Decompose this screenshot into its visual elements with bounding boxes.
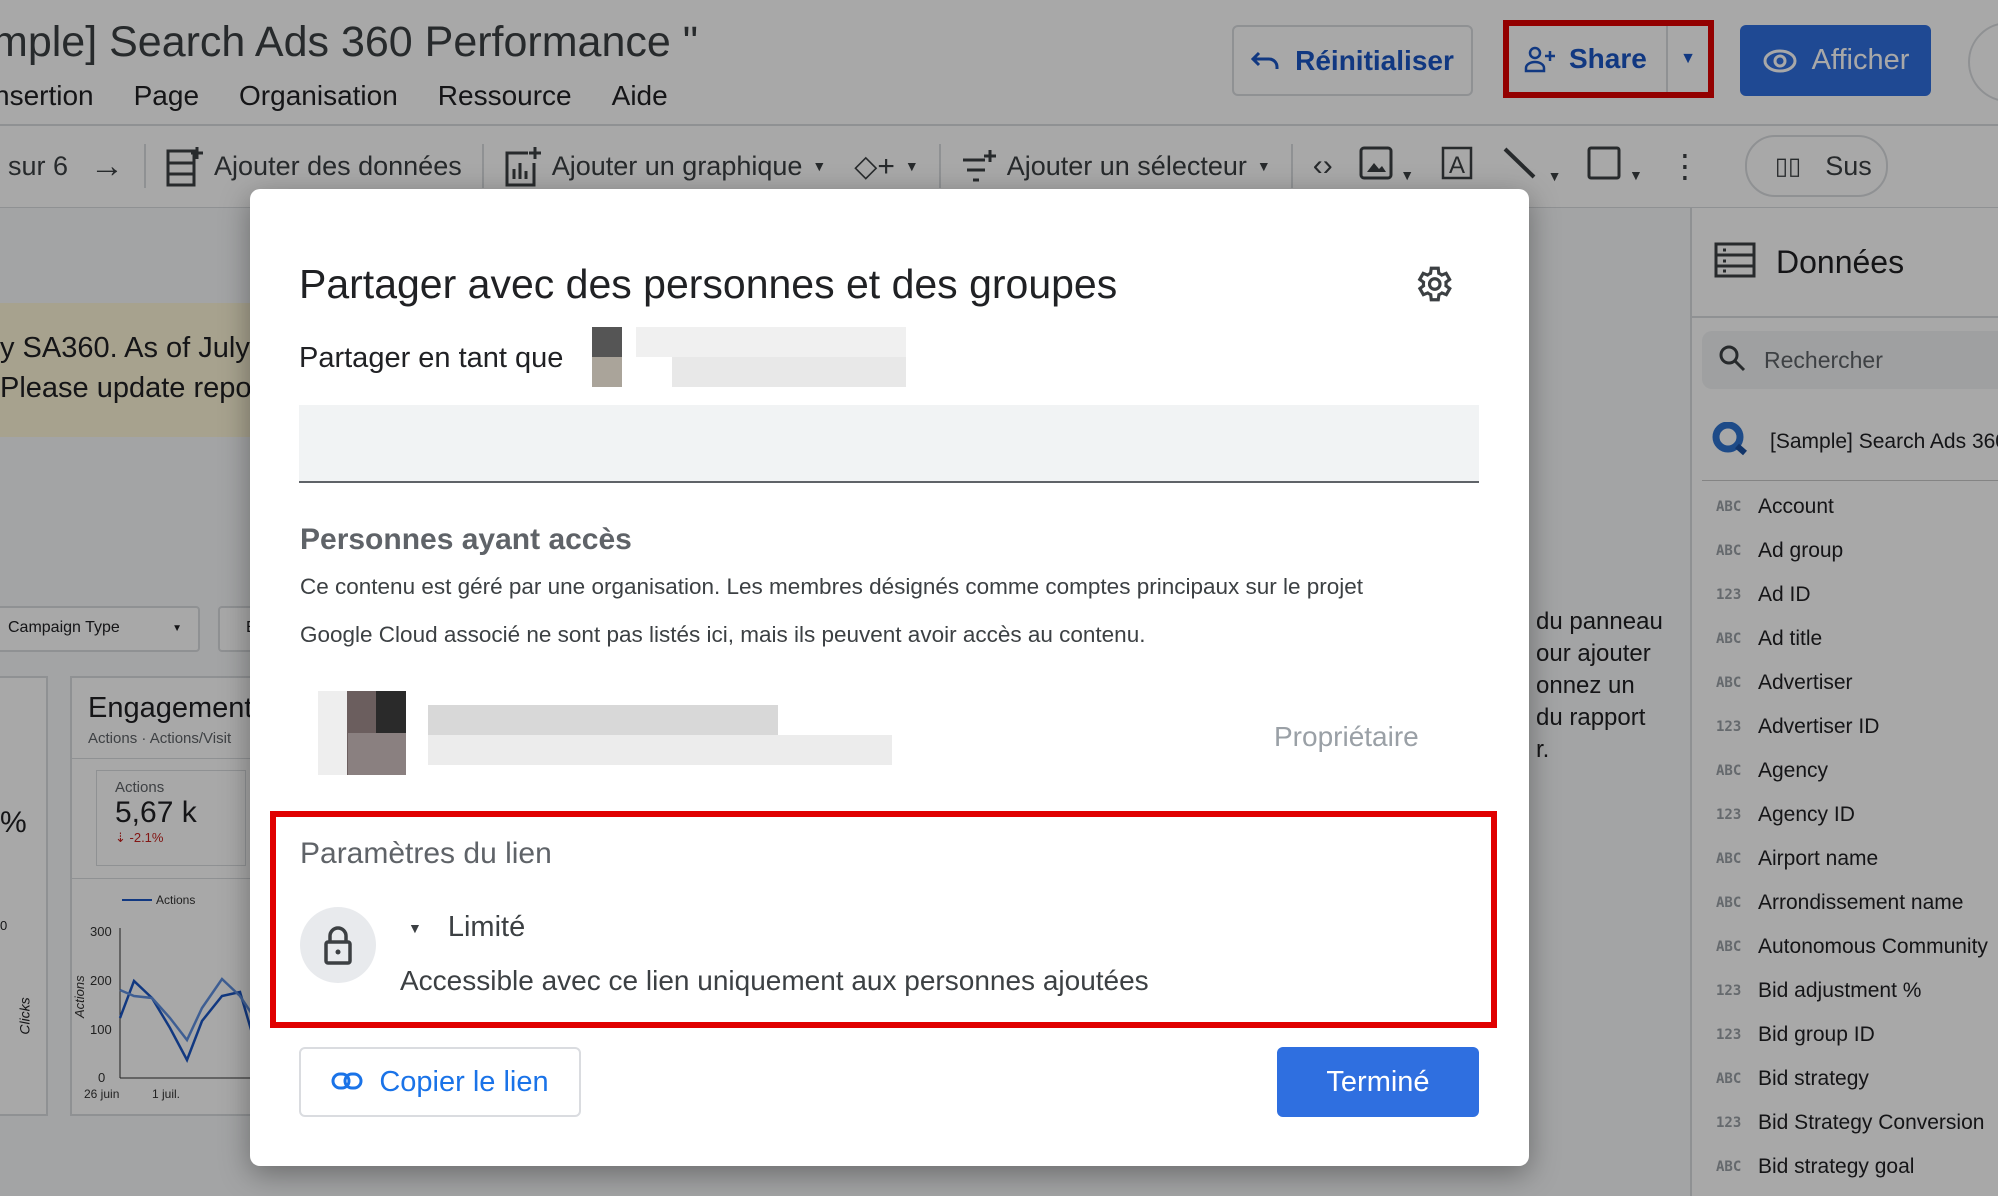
access-note: Google Cloud associé ne sont pas listés … (300, 622, 1146, 647)
report-editor: mple] Search Ads 360 Performance " nsert… (0, 0, 1998, 1196)
link-settings-heading: Paramètres du lien (300, 837, 552, 870)
settings-gear-icon[interactable] (1412, 263, 1454, 310)
link-access-dropdown[interactable]: ▼ Limité (408, 911, 525, 944)
dialog-title: Partager avec des personnes et des group… (299, 261, 1118, 307)
add-people-input[interactable] (299, 405, 1479, 483)
share-as-account-redacted[interactable] (592, 327, 952, 387)
link-access-description: Accessible avec ce lien uniquement aux p… (400, 965, 1149, 996)
owner-person-row (318, 677, 958, 789)
copy-link-button[interactable]: Copier le lien (299, 1047, 581, 1117)
owner-role: Propriétaire (1274, 721, 1419, 752)
lock-icon (300, 907, 376, 983)
person-email-redacted (428, 735, 892, 765)
person-name-redacted (428, 705, 778, 735)
done-label: Terminé (1326, 1065, 1430, 1098)
access-note: Ce contenu est géré par une organisation… (300, 574, 1364, 599)
access-heading: Personnes ayant accès (300, 523, 632, 556)
link-icon (331, 1066, 363, 1099)
done-button[interactable]: Terminé (1277, 1047, 1479, 1117)
share-as-label: Partager en tant que (299, 342, 564, 374)
caret-down-icon: ▼ (408, 919, 422, 936)
share-dialog: Partager avec des personnes et des group… (250, 189, 1529, 1166)
copy-link-label: Copier le lien (379, 1065, 549, 1098)
link-access-mode: Limité (447, 911, 526, 943)
